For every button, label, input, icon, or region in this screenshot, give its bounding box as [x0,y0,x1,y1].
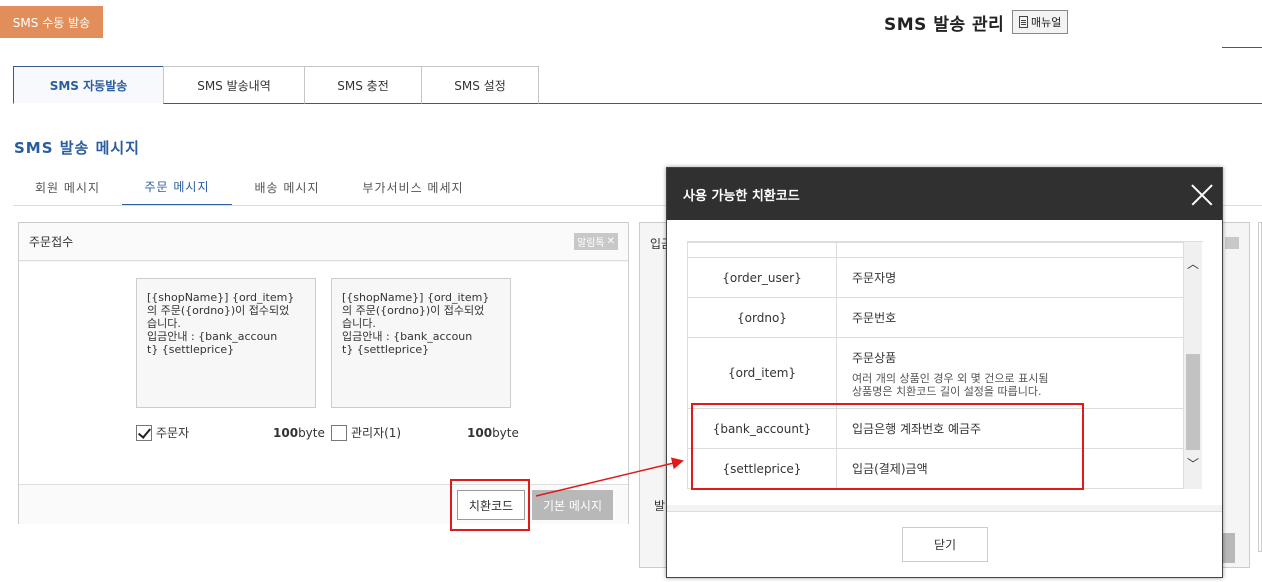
customer-message-textarea[interactable]: [{shopName}] {ord_item} 의 주문({ordno})이 접… [136,278,316,408]
tab-sms-history[interactable]: SMS 발송내역 [163,66,305,104]
tab-sms-settings[interactable]: SMS 설정 [421,66,539,104]
close-icon: ✕ [606,236,615,247]
customer-option[interactable]: 주문자 [136,424,189,441]
table-row [687,242,1184,258]
scrollbar[interactable]: ︿ ﹀ [1184,242,1202,489]
modal-header: 사용 가능한 치환코드 [667,168,1222,220]
card-body: [{shopName}] {ord_item} 의 주문({ordno})이 접… [19,262,628,484]
code-cell: {order_user} [687,257,837,298]
modal-title: 사용 가능한 치환코드 [683,188,800,204]
next-card-edge [1258,222,1262,552]
byte-unit: byte [298,426,325,440]
admin-bytes: 100 [467,426,493,440]
code-cell: {ord_item} [687,337,837,409]
close-button[interactable]: 닫기 [902,527,988,562]
customer-bytes: 100 [273,426,299,440]
admin-option[interactable]: 관리자(1) [331,424,401,441]
sub-tabs: 회원 메시지 주문 메시지 배송 메시지 부가서비스 메세지 [13,168,484,206]
manual-label: 매뉴얼 [1031,16,1062,29]
highlight-box [450,479,530,531]
table-row: {ord_item} 주문상품 여러 개의 상품인 경우 외 몇 건으로 표시됨… [687,337,1184,409]
table-row: {ordno} 주문번호 [687,297,1184,338]
subtab-delivery[interactable]: 배송 메시지 [232,168,342,206]
desc-note: 여러 개의 상품인 경우 외 몇 건으로 표시됨 상품명은 치환코드 길이 설정… [852,371,1049,398]
tab-sms-charge[interactable]: SMS 충전 [304,66,422,104]
code-cell [687,242,837,258]
card-footer: 치환코드 기본 메시지 [19,484,628,524]
chevron-down-icon[interactable]: ﹀ [1184,454,1202,472]
desc-cell: 주문번호 [836,297,1184,338]
customer-label: 주문자 [156,426,190,440]
section-title: SMS 발송 메시지 [14,139,140,157]
subtab-addon[interactable]: 부가서비스 메세지 [342,168,484,206]
admin-byte-count: 100byte [467,426,519,440]
desc-cell: 주문상품 여러 개의 상품인 경우 외 몇 건으로 표시됨 상품명은 치환코드 … [836,337,1184,409]
manual-send-button[interactable]: SMS 수동 발송 [0,6,103,38]
order-received-card: 주문접수 알림톡 ✕ [{shopName}] {ord_item} 의 주문(… [18,222,629,524]
page-title: SMS 발송 관리 [884,15,1005,35]
substitution-code-modal: 사용 가능한 치환코드 {order_user} 주문자명 {ordno} 주문… [666,167,1223,578]
byte-unit: byte [492,426,519,440]
customer-byte-count: 100byte [273,426,325,440]
subtab-order[interactable]: 주문 메시지 [122,168,232,206]
alimtalk-badge [1225,237,1239,249]
highlight-box [691,403,1084,490]
default-message-button[interactable]: 기본 메시지 [532,490,613,520]
close-icon[interactable] [1190,184,1212,206]
desc-cell [836,242,1184,258]
card-title: 주문접수 [29,235,74,249]
alimtalk-badge: 알림톡 ✕ [574,233,618,250]
table-row: {order_user} 주문자명 [687,257,1184,298]
document-icon [1019,16,1028,28]
manual-button[interactable]: 매뉴얼 [1012,10,1069,34]
main-tabs: SMS 자동발송 SMS 발송내역 SMS 충전 SMS 설정 [13,66,539,104]
subtab-member[interactable]: 회원 메시지 [13,168,122,206]
tab-sms-auto[interactable]: SMS 자동발송 [13,66,164,104]
tabs-baseline [539,103,1262,104]
divider [1222,47,1262,48]
desc-label: 주문상품 [852,350,897,365]
admin-message-textarea[interactable]: [{shopName}] {ord_item} 의 주문({ordno})이 접… [331,278,511,408]
admin-label: 관리자(1) [351,426,402,440]
desc-cell: 주문자명 [836,257,1184,298]
footer-label: 발 [654,499,666,513]
card-header: 주문접수 알림톡 ✕ [19,223,628,261]
modal-footer-line [667,511,1222,512]
code-cell: {ordno} [687,297,837,338]
scroll-thumb[interactable] [1186,354,1200,450]
admin-checkbox[interactable] [331,424,347,441]
chevron-up-icon[interactable]: ︿ [1184,254,1202,272]
customer-checkbox[interactable] [136,424,152,441]
alimtalk-label: 알림톡 [577,238,605,249]
